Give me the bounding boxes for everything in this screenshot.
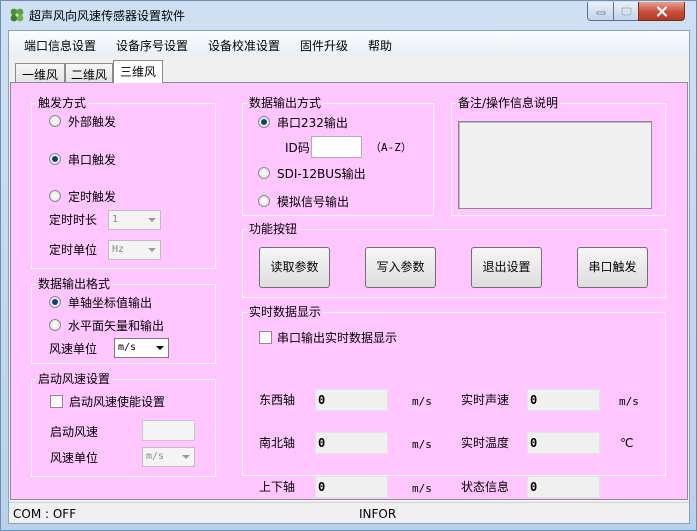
trigger-mode-title: 触发方式 xyxy=(36,96,89,110)
startup-enable-label[interactable]: 启动风速使能设置 xyxy=(69,395,165,409)
startup-unit-label: 风速单位 xyxy=(50,451,99,465)
menu-device-id-settings[interactable]: 设备序号设置 xyxy=(116,37,188,54)
output-analog-label[interactable]: 模拟信号输出 xyxy=(277,195,349,209)
format-single-axis-radio[interactable] xyxy=(49,296,61,308)
format-speed-unit-label: 风速单位 xyxy=(49,342,98,356)
format-speed-unit-value: m/s xyxy=(118,342,137,353)
format-speed-unit-select[interactable]: m/s xyxy=(114,338,169,358)
north-south-unit: m/s xyxy=(412,438,432,451)
timer-unit-value: Hz xyxy=(112,244,125,255)
menu-firmware-upgrade[interactable]: 固件升级 xyxy=(300,37,348,54)
startup-speed-input[interactable] xyxy=(142,420,195,441)
window-title: 超声风向风速传感器设置软件 xyxy=(29,9,186,23)
east-west-unit: m/s xyxy=(412,395,432,408)
east-west-label: 东西轴 xyxy=(259,393,296,407)
east-west-value: 0 xyxy=(315,389,388,411)
client-area: 端口信息设置 设备序号设置 设备校准设置 固件升级 帮助 一维风 二维风 三维风… xyxy=(8,30,690,524)
menu-bar: 端口信息设置 设备序号设置 设备校准设置 固件升级 帮助 xyxy=(9,31,689,57)
status-info-label: 状态信息 xyxy=(461,480,510,494)
trigger-external-label[interactable]: 外部触发 xyxy=(68,115,116,129)
north-south-value: 0 xyxy=(315,432,388,454)
up-down-unit: m/s xyxy=(412,482,432,495)
function-buttons-title: 功能按钮 xyxy=(247,222,300,236)
realtime-data-title: 实时数据显示 xyxy=(247,305,324,319)
trigger-mode-group: 触发方式 外部触发 串口触发 定时触发 定时时长 1 定时单位 Hz xyxy=(31,96,216,269)
read-params-button[interactable]: 读取参数 xyxy=(259,247,330,288)
format-horizontal-radio[interactable] xyxy=(49,319,61,331)
up-down-value: 0 xyxy=(315,476,388,498)
sound-speed-value: 0 xyxy=(527,389,600,411)
trigger-serial-radio[interactable] xyxy=(49,153,61,165)
exit-settings-button[interactable]: 退出设置 xyxy=(471,247,542,288)
north-south-label: 南北轴 xyxy=(259,436,296,450)
close-button[interactable] xyxy=(638,2,685,21)
realtime-show-label[interactable]: 串口输出实时数据显示 xyxy=(277,331,397,345)
chevron-down-icon xyxy=(148,218,156,222)
timer-duration-select[interactable]: 1 xyxy=(108,210,161,230)
temperature-unit: ℃ xyxy=(620,436,634,450)
tab-2d-wind[interactable]: 二维风 xyxy=(65,63,113,82)
startup-enable-checkbox[interactable] xyxy=(50,395,63,408)
trigger-timed-label[interactable]: 定时触发 xyxy=(68,190,116,204)
timer-unit-select[interactable]: Hz xyxy=(108,240,161,260)
chevron-down-icon xyxy=(182,455,190,459)
status-info-value: 0 xyxy=(527,476,600,498)
tab-page-3d-wind: 触发方式 外部触发 串口触发 定时触发 定时时长 1 定时单位 Hz 数据输出格… xyxy=(10,82,688,500)
output-format-group: 数据输出格式 单轴坐标值输出 水平面矢量和输出 风速单位 m/s xyxy=(31,277,216,364)
startup-speed-group: 启动风速设置 启动风速使能设置 启动风速 风速单位 m/s xyxy=(31,372,216,477)
maximize-button[interactable] xyxy=(613,2,639,21)
format-horizontal-label[interactable]: 水平面矢量和输出 xyxy=(68,319,164,333)
output-rs232-radio[interactable] xyxy=(258,116,270,128)
minimize-icon xyxy=(596,11,605,15)
application-window: 超声风向风速传感器设置软件 端口信息设置 设备序号设置 设备校准设置 固件升级 … xyxy=(0,0,697,531)
startup-speed-title: 启动风速设置 xyxy=(36,372,113,386)
minimize-button[interactable] xyxy=(587,2,614,21)
tab-3d-wind[interactable]: 三维风 xyxy=(113,60,163,83)
notes-textarea[interactable] xyxy=(458,121,652,209)
sound-speed-label: 实时声速 xyxy=(461,393,510,407)
timer-unit-label: 定时单位 xyxy=(49,243,98,257)
notes-title: 备注/操作信息说明 xyxy=(456,96,561,110)
timer-duration-value: 1 xyxy=(112,214,119,225)
startup-unit-value: m/s xyxy=(146,451,165,462)
status-bar: COM : OFF INFOR xyxy=(9,502,689,523)
maximize-icon xyxy=(620,6,632,16)
output-mode-group: 数据输出方式 串口232输出 ID码 （A-Z） SDI-12BUS输出 模拟信… xyxy=(242,96,434,216)
output-format-title: 数据输出格式 xyxy=(36,277,113,291)
trigger-external-radio[interactable] xyxy=(49,115,61,127)
id-code-label: ID码 xyxy=(285,141,310,155)
tab-1d-wind[interactable]: 一维风 xyxy=(15,63,65,82)
id-code-input[interactable] xyxy=(311,136,362,158)
up-down-label: 上下轴 xyxy=(259,480,296,494)
close-icon xyxy=(656,5,667,17)
serial-trigger-button[interactable]: 串口触发 xyxy=(577,247,648,288)
startup-unit-select[interactable]: m/s xyxy=(142,447,195,467)
id-code-hint: （A-Z） xyxy=(370,141,412,154)
output-analog-radio[interactable] xyxy=(258,195,270,207)
menu-help[interactable]: 帮助 xyxy=(368,37,392,54)
output-sdi12-radio[interactable] xyxy=(258,167,270,179)
output-mode-title: 数据输出方式 xyxy=(247,96,324,110)
timer-duration-label: 定时时长 xyxy=(49,213,98,227)
output-sdi12-label[interactable]: SDI-12BUS输出 xyxy=(277,167,366,181)
sound-speed-unit: m/s xyxy=(619,395,639,408)
temperature-value: 0 xyxy=(527,432,600,454)
realtime-show-checkbox[interactable] xyxy=(259,331,272,344)
menu-port-settings[interactable]: 端口信息设置 xyxy=(24,37,96,54)
title-bar[interactable]: 超声风向风速传感器设置软件 xyxy=(1,1,696,29)
com-status: COM : OFF xyxy=(13,507,77,521)
write-params-button[interactable]: 写入参数 xyxy=(365,247,436,288)
output-rs232-label[interactable]: 串口232输出 xyxy=(277,116,348,130)
info-status: INFOR xyxy=(359,507,397,521)
chevron-down-icon xyxy=(148,248,156,252)
temperature-label: 实时温度 xyxy=(461,436,510,450)
format-single-axis-label[interactable]: 单轴坐标值输出 xyxy=(68,296,152,310)
chevron-down-icon xyxy=(156,346,164,350)
clover-app-icon xyxy=(10,8,24,22)
startup-speed-label: 启动风速 xyxy=(50,425,99,439)
trigger-timed-radio[interactable] xyxy=(49,190,61,202)
menu-calibration-settings[interactable]: 设备校准设置 xyxy=(208,37,280,54)
trigger-serial-label[interactable]: 串口触发 xyxy=(68,153,116,167)
